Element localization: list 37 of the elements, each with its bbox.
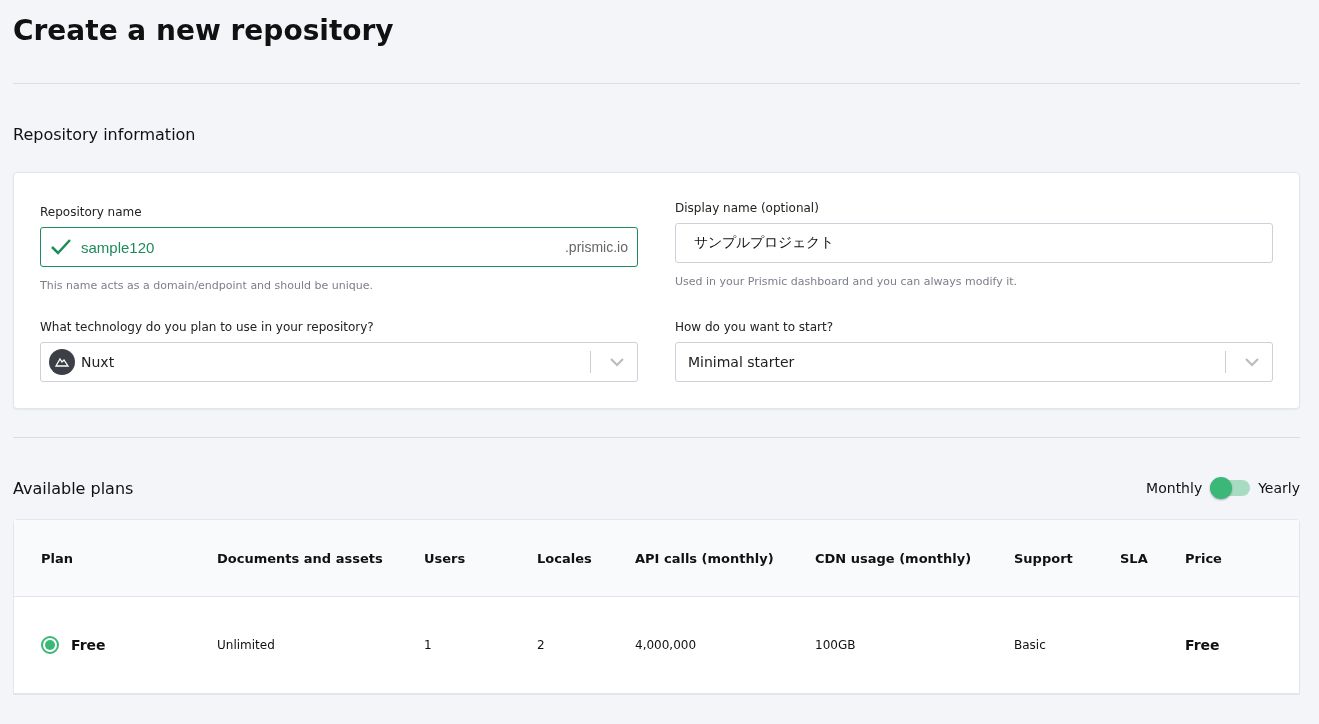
page-title: Create a new repository: [13, 13, 395, 49]
toggle-label: Monthly: [1146, 480, 1203, 496]
section-heading: Repository information: [13, 124, 196, 144]
mountain-logo-icon: [49, 349, 75, 375]
help-text: This name acts as a domain/endpoint and should be unique.: [40, 279, 374, 292]
column-header: Locales: [537, 550, 593, 566]
table-cell-text: Basic: [1014, 638, 1047, 652]
starter-select[interactable]: Minimal starter: [675, 342, 1273, 382]
billing-toggle[interactable]: [1210, 480, 1251, 496]
column-header: Plan: [40, 550, 74, 566]
table-cell-text: Unlimited: [217, 638, 276, 652]
table-cell-text: Free: [1185, 637, 1221, 653]
column-header: Users: [424, 550, 467, 566]
display-name-field[interactable]: サンプルプロジェクト: [675, 223, 1273, 263]
plan-name: Free: [71, 637, 106, 653]
toggle-knob[interactable]: [1210, 477, 1233, 499]
column-header: Support: [1014, 550, 1074, 566]
field-label: What technology do you plan to use in your repository?: [40, 320, 375, 334]
column-header: Price: [1185, 550, 1223, 566]
column-header: API calls (monthly): [635, 550, 775, 566]
column-header: SLA: [1120, 550, 1149, 566]
check-icon: [50, 238, 72, 256]
toggle-label: Yearly: [1258, 480, 1300, 496]
field-label: Repository name: [40, 205, 143, 219]
table-cell-text: 100GB: [815, 638, 857, 652]
field-label: Display name (optional): [675, 201, 820, 215]
plan-radio[interactable]: [41, 636, 59, 654]
table-cell-text: 4,000,000: [635, 638, 698, 652]
column-header: Documents and assets: [217, 550, 384, 566]
help-text: Used in your Prismic dashboard and you can always modify it.: [675, 275, 1018, 288]
section-heading: Available plans: [13, 478, 134, 498]
table-cell-text: 2: [537, 638, 546, 652]
technology-select[interactable]: Nuxt: [40, 342, 638, 382]
field-label: How do you want to start?: [675, 320, 835, 334]
table-cell-text: 1: [424, 638, 433, 652]
domain-suffix: .prismic.io: [565, 239, 628, 255]
column-header: CDN usage (monthly): [815, 550, 973, 566]
